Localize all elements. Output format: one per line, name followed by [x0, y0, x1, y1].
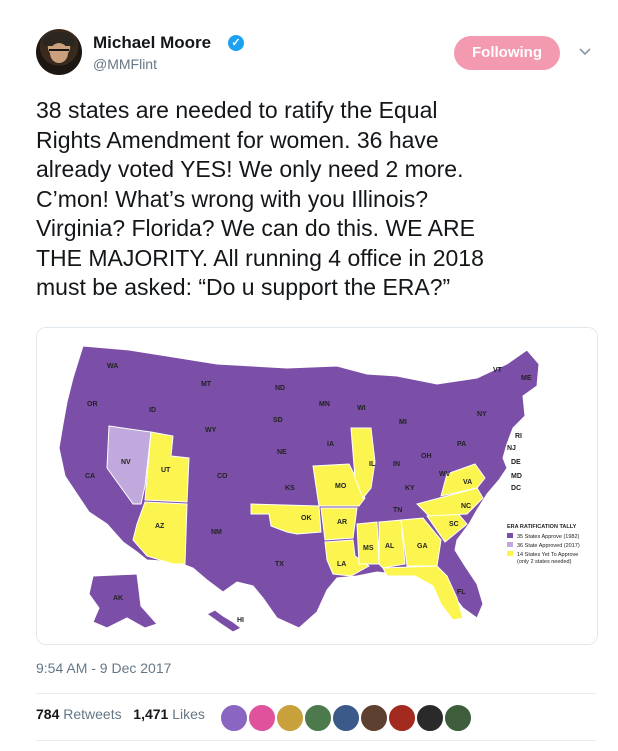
legend-swatch-2017 [507, 542, 513, 547]
map-label-mn: MN [319, 401, 330, 408]
map-label-ky: KY [405, 485, 415, 492]
user-avatar[interactable] [36, 29, 82, 75]
map-label-mt: MT [201, 381, 212, 388]
legend-swatch-pending [507, 551, 513, 556]
chevron-down-icon[interactable] [578, 44, 592, 58]
liker-avatar[interactable] [276, 704, 304, 732]
era-map: WA OR CA NV ID MT WY UT AZ CO NM ND SD N… [58, 345, 580, 633]
map-label-ut: UT [161, 467, 171, 474]
map-label-il: IL [369, 461, 376, 468]
map-label-mi: MI [399, 419, 407, 426]
legend-item: 14 States Yet To Approve [517, 552, 578, 558]
map-label-wi: WI [357, 405, 366, 412]
map-label-sc: SC [449, 521, 459, 528]
liker-avatar[interactable] [304, 704, 332, 732]
tweet-text-line: THE MAJORITY. All running 4 office in 20… [36, 244, 484, 271]
liker-avatar[interactable] [388, 704, 416, 732]
map-label-or: OR [87, 401, 98, 408]
map-label-co: CO [217, 473, 228, 480]
map-label-wa: WA [107, 363, 118, 370]
map-label-ne: NE [277, 449, 287, 456]
tweet-text-line: C’mon! What’s wrong with you Illinois? [36, 185, 429, 212]
verified-badge-icon: ✓ [228, 35, 244, 51]
tweet-timestamp[interactable]: 9:54 AM - 9 Dec 2017 [36, 660, 171, 676]
tweet-header: Michael Moore ✓ @MMFlint Following [0, 0, 618, 90]
map-label-va: VA [463, 479, 472, 486]
map-label-nm: NM [211, 529, 222, 536]
map-label-pa: PA [457, 441, 466, 448]
tweet-text-line: must be asked: “Do u support the ERA?” [36, 274, 451, 300]
map-label-ny: NY [477, 411, 487, 418]
tweet-text-line: Virginia? Florida? We can do this. WE AR… [36, 215, 475, 241]
map-label-in: IN [393, 461, 400, 468]
map-label-oh: OH [421, 453, 432, 460]
tweet-stats: 784 Retweets 1,471 Likes [36, 706, 205, 722]
liker-avatar[interactable] [332, 704, 360, 732]
map-label-ks: KS [285, 485, 295, 492]
tweet-media-map[interactable]: WA OR CA NV ID MT WY UT AZ CO NM ND SD N… [36, 327, 598, 645]
map-label-nd: ND [275, 385, 285, 392]
legend-swatch-1982 [507, 533, 513, 538]
map-label-nv: NV [121, 459, 131, 466]
tweet-text-line: Rights Amendment for women. 36 have [36, 126, 439, 153]
liker-avatar[interactable] [248, 704, 276, 732]
map-label-ms: MS [363, 545, 374, 552]
map-label-la: LA [337, 561, 346, 568]
map-label-nj: NJ [507, 445, 516, 452]
map-label-ak: AK [113, 595, 123, 602]
map-label-tx: TX [275, 561, 284, 568]
map-label-id: ID [149, 407, 156, 414]
tweet-text-line: 38 states are needed to ratify the Equal [36, 97, 438, 123]
map-label-ga: GA [417, 543, 428, 550]
map-label-ok: OK [301, 515, 312, 522]
map-label-me: ME [521, 375, 532, 382]
map-label-al: AL [385, 543, 395, 550]
user-handle[interactable]: @MMFlint [93, 56, 157, 72]
map-label-mo: MO [335, 483, 347, 490]
divider [36, 693, 596, 694]
map-state-hi [206, 609, 242, 633]
map-label-sd: SD [273, 417, 283, 424]
tweet-text: 38 states are needed to ratify the Equal… [36, 96, 596, 303]
map-label-ri: RI [515, 433, 522, 440]
legend-item: 35 States Approve (1982) [517, 534, 580, 540]
liker-avatar[interactable] [416, 704, 444, 732]
map-label-de: DE [511, 459, 521, 466]
following-button[interactable]: Following [454, 36, 560, 70]
retweet-count[interactable]: 784 Retweets [36, 706, 122, 722]
like-count[interactable]: 1,471 Likes [133, 706, 205, 722]
map-label-wy: WY [205, 427, 217, 434]
map-state-ms [356, 521, 380, 565]
tweet-text-line: already voted YES! We only need 2 more. [36, 156, 464, 182]
divider [36, 740, 596, 741]
map-label-hi: HI [237, 617, 244, 624]
map-label-tn: TN [393, 507, 402, 514]
map-label-md: MD [511, 473, 522, 480]
map-label-dc: DC [511, 485, 521, 492]
user-display-name[interactable]: Michael Moore [93, 33, 211, 53]
liker-avatar[interactable] [220, 704, 248, 732]
legend-item: 36 State Approved (2017) [517, 543, 580, 549]
map-label-ca: CA [85, 473, 95, 480]
map-label-ia: IA [327, 441, 334, 448]
map-label-az: AZ [155, 523, 165, 530]
liker-avatar[interactable] [444, 704, 472, 732]
map-label-nc: NC [461, 503, 471, 510]
legend-item-note: (only 2 states needed) [517, 559, 572, 565]
liker-avatar[interactable] [360, 704, 388, 732]
map-label-ar: AR [337, 519, 347, 526]
map-label-wv: WV [439, 471, 451, 478]
map-label-vt: VT [493, 367, 503, 374]
map-label-fl: FL [457, 589, 466, 596]
legend-title: ERA RATIFICATION TALLY [507, 524, 577, 530]
